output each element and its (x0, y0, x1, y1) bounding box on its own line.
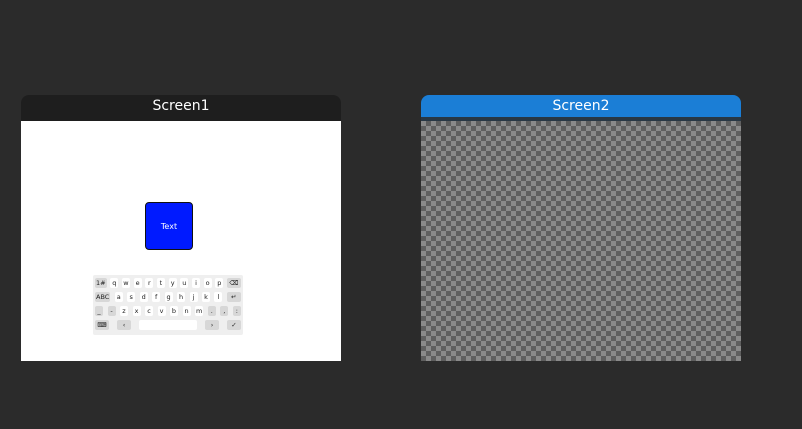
check-icon[interactable]: ✓ (227, 320, 241, 330)
key-underscore[interactable]: _ (95, 306, 103, 316)
symbols-key[interactable]: 1# (95, 278, 107, 288)
key-s[interactable]: s (127, 292, 136, 302)
key-m[interactable]: m (195, 306, 204, 316)
key-z[interactable]: z (120, 306, 128, 316)
key-q[interactable]: q (110, 278, 119, 288)
screen2-title[interactable]: Screen2 (421, 95, 741, 117)
keyboard-row-3: _ - z x c v b n m . , : (95, 304, 241, 318)
space-key[interactable] (139, 320, 197, 330)
key-p[interactable]: p (215, 278, 224, 288)
keyboard-icon[interactable]: ⌨ (95, 320, 109, 330)
key-comma[interactable]: , (220, 306, 229, 316)
key-o[interactable]: o (203, 278, 212, 288)
screen1-title[interactable]: Screen1 (21, 95, 341, 117)
keyboard-row-4: ⌨ ‹ › ✓ (95, 318, 241, 332)
key-h[interactable]: h (177, 292, 186, 302)
screen1-panel[interactable]: Screen1 Text 1# q w e r t y u i o p ⌫ AB… (21, 95, 341, 361)
key-c[interactable]: c (145, 306, 153, 316)
screen2-panel[interactable]: Screen2 (421, 95, 741, 361)
enter-icon[interactable]: ↵ (226, 292, 241, 302)
abc-key[interactable]: ABC (95, 292, 111, 302)
key-a[interactable]: a (114, 292, 123, 302)
key-dot[interactable]: . (207, 306, 216, 316)
text-button[interactable]: Text (145, 202, 193, 250)
key-i[interactable]: i (191, 278, 200, 288)
onscreen-keyboard[interactable]: 1# q w e r t y u i o p ⌫ ABC a s d f g h (93, 275, 243, 335)
left-arrow-icon[interactable]: ‹ (117, 320, 131, 330)
keyboard-row-2: ABC a s d f g h j k l ↵ (95, 290, 241, 304)
key-r[interactable]: r (145, 278, 154, 288)
key-v[interactable]: v (157, 306, 166, 316)
key-l[interactable]: l (214, 292, 223, 302)
key-x[interactable]: x (132, 306, 141, 316)
key-j[interactable]: j (189, 292, 198, 302)
key-d[interactable]: d (139, 292, 148, 302)
key-colon[interactable]: : (232, 306, 241, 316)
backspace-icon[interactable]: ⌫ (226, 278, 241, 288)
key-t[interactable]: t (156, 278, 165, 288)
screen2-canvas[interactable] (421, 121, 741, 361)
key-w[interactable]: w (121, 278, 130, 288)
key-dash[interactable]: - (107, 306, 116, 316)
key-k[interactable]: k (201, 292, 210, 302)
key-y[interactable]: y (168, 278, 177, 288)
key-g[interactable]: g (164, 292, 173, 302)
key-u[interactable]: u (180, 278, 189, 288)
key-e[interactable]: e (133, 278, 142, 288)
key-f[interactable]: f (152, 292, 161, 302)
key-n[interactable]: n (182, 306, 191, 316)
right-arrow-icon[interactable]: › (205, 320, 219, 330)
screen1-canvas[interactable]: Text 1# q w e r t y u i o p ⌫ ABC a s d (21, 121, 341, 361)
key-b[interactable]: b (170, 306, 178, 316)
keyboard-row-1: 1# q w e r t y u i o p ⌫ (95, 276, 241, 290)
